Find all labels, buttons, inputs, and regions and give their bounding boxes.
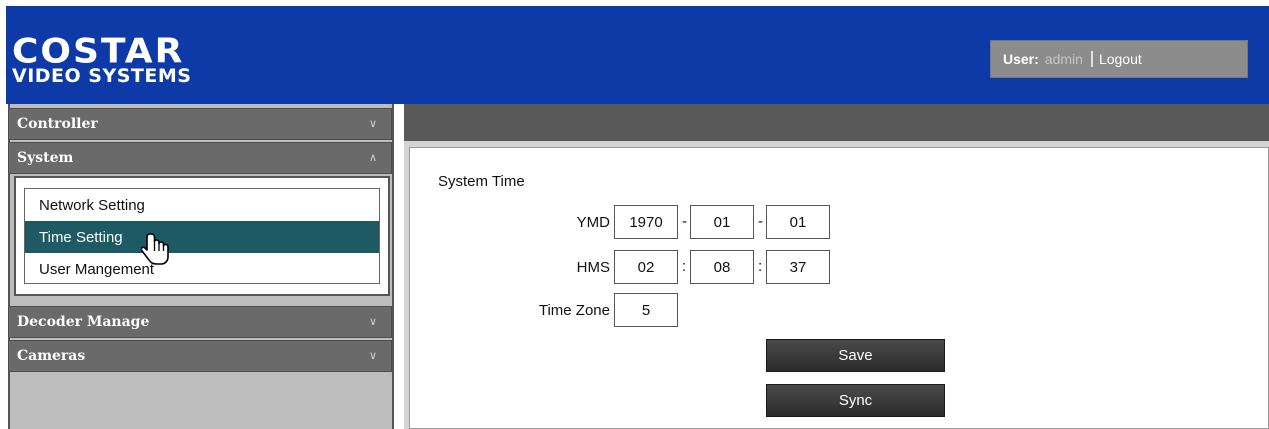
- minute-field[interactable]: 08: [690, 250, 754, 284]
- second-field[interactable]: 37: [766, 250, 830, 284]
- accordion-cameras[interactable]: Cameras ∨: [8, 340, 392, 372]
- content-title-bar: [404, 104, 1269, 141]
- accordion-label: Decoder Manage: [17, 314, 150, 330]
- username: admin: [1044, 51, 1083, 67]
- system-submenu: Network Setting Time Setting User Mangem…: [24, 188, 380, 284]
- accordion-controller[interactable]: Controller ∨: [8, 108, 392, 140]
- logout-link[interactable]: Logout: [1099, 51, 1142, 67]
- hand-pointer-icon: [141, 233, 169, 265]
- hms-label: HMS: [576, 259, 610, 276]
- day-field[interactable]: 01: [766, 205, 830, 239]
- timezone-field[interactable]: 5: [614, 293, 678, 327]
- menu-item-user-management[interactable]: User Mangement: [25, 253, 379, 285]
- accordion-label: Controller: [17, 116, 98, 132]
- costar-logo: COSTAR VIDEO SYSTEMS: [12, 34, 191, 86]
- time-separator: :: [758, 258, 763, 275]
- menu-item-time-setting[interactable]: Time Setting: [25, 221, 379, 253]
- month-field[interactable]: 01: [690, 205, 754, 239]
- menu-item-network-setting[interactable]: Network Setting: [25, 189, 379, 221]
- user-label: User:: [1003, 51, 1039, 67]
- menu-item-label: Time Setting: [39, 228, 123, 246]
- header-bar: COSTAR VIDEO SYSTEMS User: admin Logout: [6, 6, 1269, 104]
- chevron-down-icon: ∨: [368, 349, 377, 362]
- accordion-system[interactable]: System ∧: [8, 142, 392, 174]
- save-button[interactable]: Save: [766, 339, 945, 372]
- time-separator: :: [682, 258, 687, 275]
- divider: [1090, 51, 1093, 67]
- section-title: System Time: [438, 173, 525, 190]
- chevron-up-icon: ∧: [368, 151, 377, 164]
- hour-field[interactable]: 02: [614, 250, 678, 284]
- timezone-label: Time Zone: [538, 302, 610, 319]
- sync-button[interactable]: Sync: [766, 384, 945, 417]
- system-submenu-container: Network Setting Time Setting User Mangem…: [14, 176, 390, 296]
- year-field[interactable]: 1970: [614, 205, 678, 239]
- chevron-down-icon: ∨: [368, 315, 377, 328]
- accordion-decoder-manage[interactable]: Decoder Manage ∨: [8, 306, 392, 338]
- date-separator: -: [682, 213, 687, 230]
- ymd-label: YMD: [576, 214, 610, 231]
- accordion-label: System: [17, 150, 74, 166]
- logo-main-text: COSTAR: [12, 32, 185, 71]
- date-separator: -: [758, 213, 763, 230]
- accordion-label: Cameras: [17, 348, 86, 364]
- menu-item-label: User Mangement: [39, 260, 155, 278]
- menu-item-label: Network Setting: [39, 196, 145, 214]
- chevron-down-icon: ∨: [368, 117, 377, 130]
- user-panel: User: admin Logout: [990, 40, 1248, 78]
